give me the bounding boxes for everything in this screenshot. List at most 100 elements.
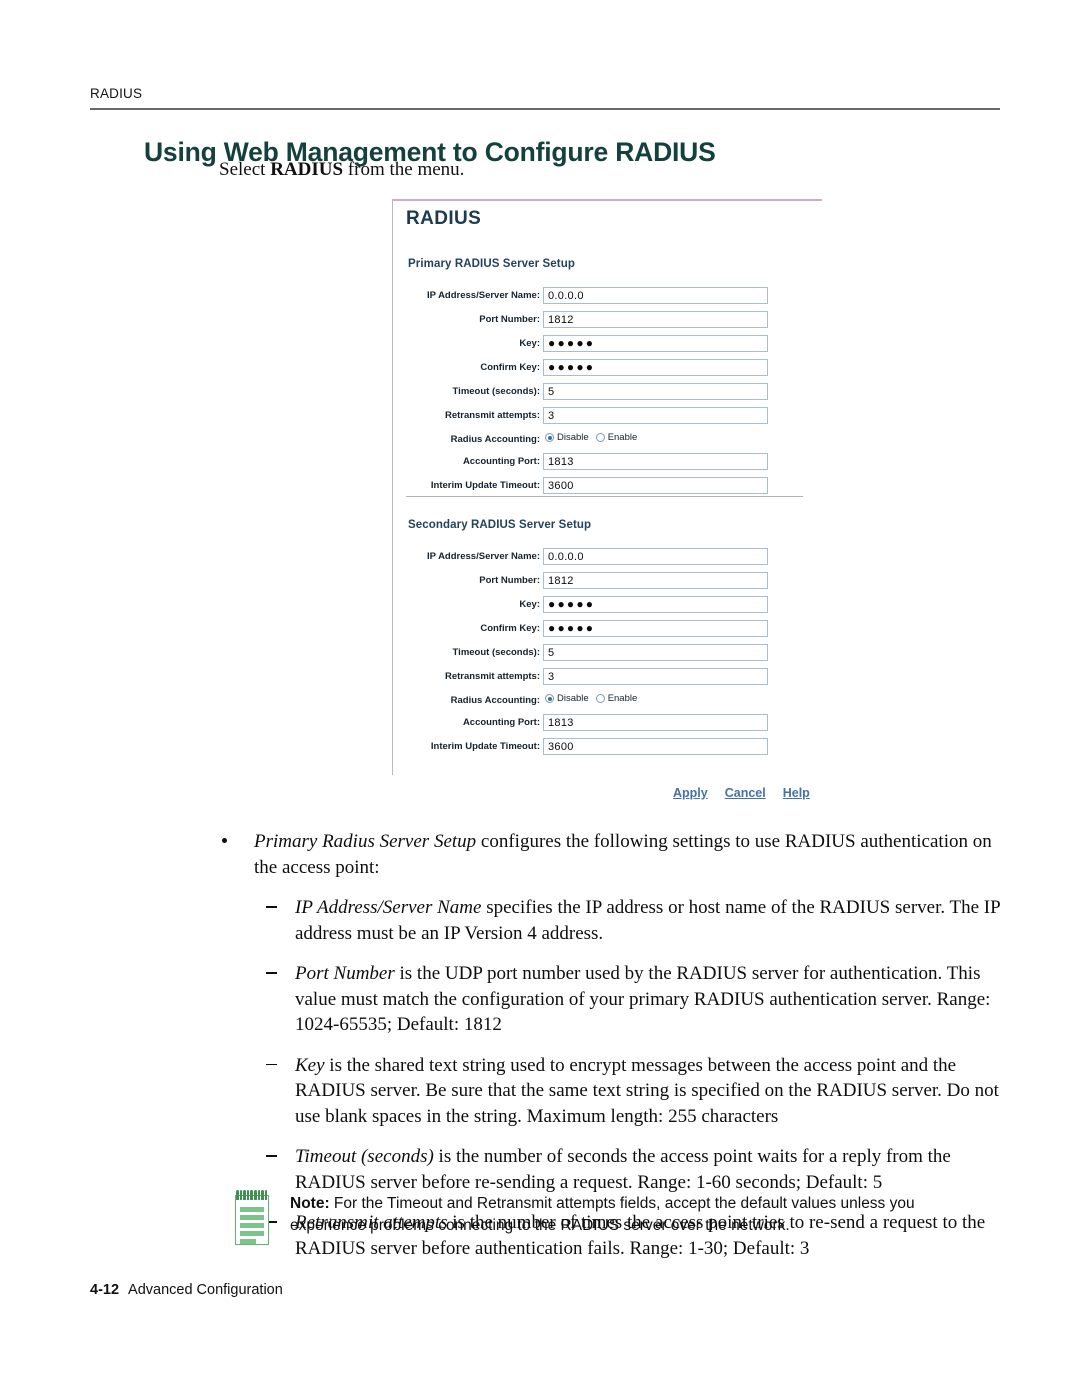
apply-link[interactable]: Apply [673,786,708,800]
radio-label: Disable [557,693,589,704]
form-row: Confirm Key: ●●●●● [390,359,822,378]
form-row: Radius Accounting: Disable Enable [390,431,822,450]
notepad-icon [233,1189,273,1247]
text-input[interactable]: 3 [543,668,768,685]
radio-option-disable[interactable]: Disable [545,432,589,443]
input-value: 1812 [548,314,574,326]
field-label: Interim Update Timeout: [430,741,540,752]
text-input[interactable]: ●●●●● [543,335,768,352]
text-input[interactable]: 3600 [543,738,768,755]
field-label: Timeout (seconds): [452,647,540,658]
radio-enable-icon[interactable] [595,694,605,703]
notepad-body [235,1195,269,1245]
sub-bullet-item: Timeout (seconds) is the number of secon… [216,1144,1006,1195]
text-input[interactable]: 3 [543,407,768,424]
radio-group-radius-accounting: Disable Enable [545,432,637,443]
form-row: Key: ●●●●● [390,596,822,615]
header-rule [90,108,1000,110]
text-input[interactable]: 5 [543,383,768,400]
note-label: Note: [290,1195,330,1212]
note-body: For the Timeout and Retransmit attempts … [290,1195,915,1234]
radius-config-panel: RADIUS Primary RADIUS Server Setup Secon… [390,199,822,807]
radio-group-radius-accounting: Disable Enable [545,693,637,704]
form-row: IP Address/Server Name: 0.0.0.0 [390,287,822,306]
form-row: Retransmit attempts: 3 [390,407,822,426]
field-label: Radius Accounting: [450,434,540,445]
form-row: Key: ●●●●● [390,335,822,354]
footer-page-number: 4-12 [90,1282,120,1298]
sub-bullet-italic-term: IP Address/Server Name [295,897,482,918]
notepad-line [240,1239,256,1244]
dash-icon [266,1155,277,1157]
form-row: Accounting Port: 1813 [390,453,822,472]
text-input[interactable]: 1812 [543,572,768,589]
input-value: 3 [548,410,555,422]
text-input[interactable]: 1812 [543,311,768,328]
input-value: ●●●●● [548,597,596,611]
sub-bullet-item: Port Number is the UDP port number used … [216,961,1006,1038]
text-input[interactable]: 1813 [543,714,768,731]
section-divider [406,496,803,497]
dash-icon [266,906,277,908]
text-input[interactable]: ●●●●● [543,596,768,613]
sub-bullet-italic-term: Timeout (seconds) [295,1146,434,1167]
text-input[interactable]: 5 [543,644,768,661]
text-input[interactable]: 3600 [543,477,768,494]
form-row: Interim Update Timeout: 3600 [390,477,822,496]
running-head: RADIUS [90,86,143,101]
document-page: RADIUS Using Web Management to Configure… [0,0,1080,1397]
input-value: 0.0.0.0 [548,551,584,563]
text-input[interactable]: 1813 [543,453,768,470]
section-title-secondary: Secondary RADIUS Server Setup [408,519,592,531]
cancel-link[interactable]: Cancel [725,786,766,800]
notepad-line [240,1223,264,1228]
help-link[interactable]: Help [783,786,810,800]
input-value: 3 [548,671,555,683]
text-input[interactable]: ●●●●● [543,359,768,376]
input-value: 5 [548,647,555,659]
notepad-spiral [236,1190,268,1200]
note-text: Note: For the Timeout and Retransmit att… [290,1193,970,1237]
field-label: Key: [519,599,540,610]
sub-bullet-text: is the shared text string used to encryp… [295,1054,999,1127]
bullet-italic-term: Primary Radius Server Setup [254,831,477,852]
dash-icon [266,972,277,974]
panel-top-border [392,199,822,201]
lead-in-keyword: RADIUS [270,159,344,180]
field-label: Radius Accounting: [450,695,540,706]
form-row: Timeout (seconds): 5 [390,644,822,663]
footer-section: Advanced Configuration [128,1282,283,1298]
radio-option-enable[interactable]: Enable [595,693,638,704]
radio-disable-icon[interactable] [545,433,554,442]
text-input[interactable]: 0.0.0.0 [543,287,768,304]
radio-option-enable[interactable]: Enable [595,432,637,443]
sub-bullet-italic-term: Port Number [295,963,395,984]
field-label: Confirm Key: [480,623,540,634]
bullet-dot-icon [222,838,227,843]
radio-enable-icon[interactable] [595,433,605,442]
form-row: Accounting Port: 1813 [390,714,822,733]
input-value: 0.0.0.0 [548,290,584,302]
lead-in-before: Select [219,159,271,180]
section-title-primary: Primary RADIUS Server Setup [408,258,575,270]
radio-label: Disable [557,432,589,443]
page-footer: 4-12 Advanced Configuration [90,1282,283,1298]
radio-option-disable[interactable]: Disable [545,693,589,704]
field-label: Port Number: [479,314,540,325]
notepad-line [240,1215,264,1220]
field-label: Confirm Key: [480,362,540,373]
form-row: IP Address/Server Name: 0.0.0.0 [390,548,822,567]
radio-disable-icon[interactable] [545,694,554,703]
text-input[interactable]: ●●●●● [543,620,768,637]
form-row: Timeout (seconds): 5 [390,383,822,402]
text-input[interactable]: 0.0.0.0 [543,548,768,565]
field-label: Port Number: [479,575,540,586]
panel-title: RADIUS [406,208,482,229]
field-label: Retransmit attempts: [444,671,540,682]
field-label: Retransmit attempts: [444,410,540,421]
form-row: Interim Update Timeout: 3600 [390,738,822,757]
input-value: 3600 [548,741,574,753]
input-value: 1813 [548,456,574,468]
radio-label: Enable [607,693,638,704]
field-label: IP Address/Server Name: [426,551,540,562]
